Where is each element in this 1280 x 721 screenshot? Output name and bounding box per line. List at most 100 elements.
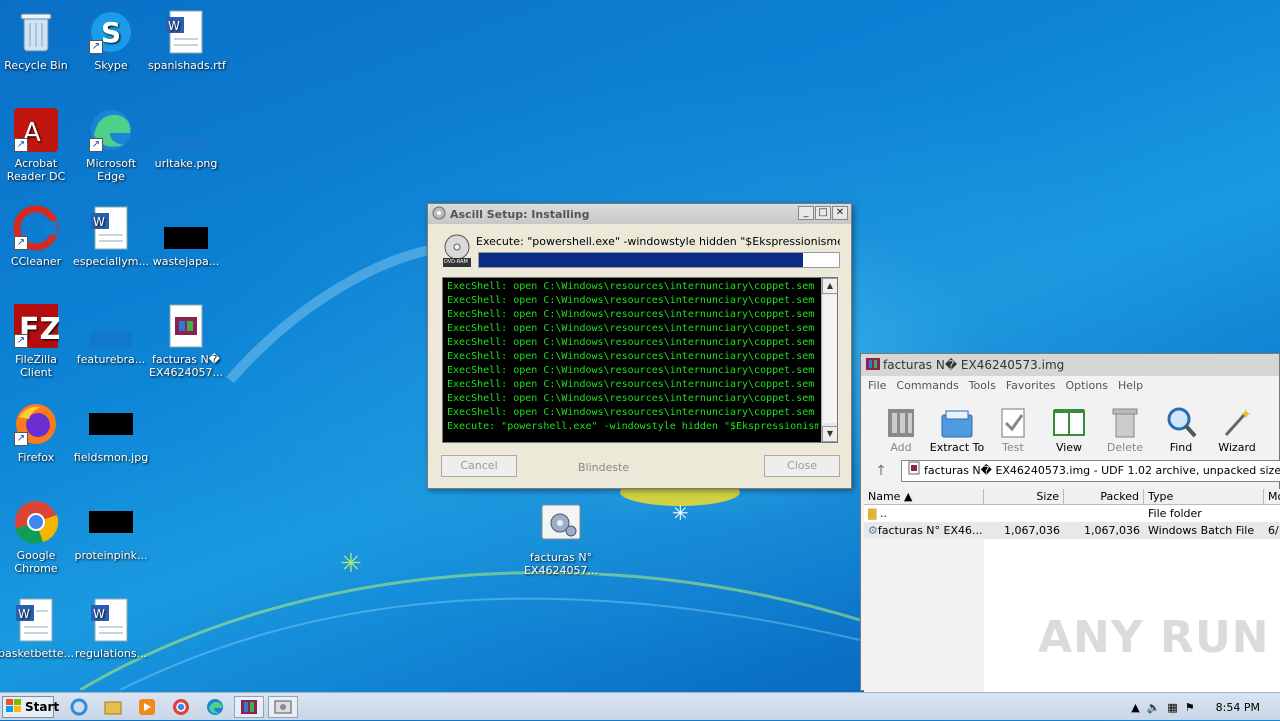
menu-item-favorites[interactable]: Favorites	[1006, 379, 1056, 392]
filezilla-desktop-icon[interactable]: FZ ↗ FileZilla Client	[0, 302, 74, 379]
svg-text:W: W	[93, 215, 105, 229]
image-file-icon	[87, 400, 135, 448]
extract-to-button[interactable]: Extract To	[929, 405, 985, 454]
log-line: ExecShell: open C:\Windows\resources\int…	[447, 337, 815, 348]
fieldsmon-desktop-icon[interactable]: fieldsmon.jpg	[73, 400, 149, 464]
view-button[interactable]: View	[1041, 405, 1097, 454]
taskbar-edge-icon[interactable]	[200, 696, 230, 718]
skype-desktop-icon[interactable]: S ↗ Skype	[73, 8, 149, 72]
taskbar-setup-icon[interactable]	[268, 696, 298, 718]
column-type[interactable]: Type	[1144, 489, 1264, 504]
delete-icon	[1108, 405, 1142, 439]
chrome-icon	[12, 498, 60, 546]
menu-item-file[interactable]: File	[868, 379, 886, 392]
progress-fill	[479, 253, 803, 267]
wizard-button[interactable]: ✦ Wizard	[1209, 405, 1265, 454]
find-button[interactable]: Find	[1153, 405, 1209, 454]
scroll-up-icon[interactable]: ▲	[822, 278, 837, 294]
add-icon	[884, 405, 918, 439]
menu-item-help[interactable]: Help	[1118, 379, 1143, 392]
menu-item-tools[interactable]: Tools	[969, 379, 996, 392]
archive-file-icon	[908, 461, 920, 481]
proteinpink-desktop-icon[interactable]: proteinpink...	[73, 498, 149, 562]
close-icon[interactable]: ✕	[832, 206, 848, 220]
spanishads-desktop-icon[interactable]: W spanishads.rtf	[148, 8, 226, 72]
winrar-toolbar: Add Extract To Test View Delete Find ✦ Wizard	[861, 394, 1279, 454]
wastejapa-desktop-icon[interactable]: wastejapa...	[148, 204, 224, 268]
table-row[interactable]: ▇ .. File folder	[864, 505, 1280, 522]
volume-icon[interactable]: 🔈	[1147, 701, 1161, 714]
featurebra-desktop-icon[interactable]: featurebra...	[73, 302, 149, 366]
clock[interactable]: 8:54 PM	[1216, 701, 1260, 714]
install-log[interactable]: ExecShell: open C:\Windows\resources\int…	[442, 277, 838, 443]
acrobat-desktop-icon[interactable]: A ↗ Acrobat Reader DC	[0, 106, 74, 183]
ccleaner-icon: ↗	[12, 204, 60, 252]
svg-text:✳: ✳	[672, 501, 689, 525]
firefox-icon: ↗	[12, 400, 60, 448]
action-center-flag-icon[interactable]: ⚑	[1185, 701, 1195, 714]
log-line: ExecShell: open C:\Windows\resources\int…	[447, 379, 815, 390]
taskbar-winrar-icon[interactable]	[234, 696, 264, 718]
taskbar-chrome-icon[interactable]	[166, 696, 196, 718]
winrar-titlebar[interactable]: facturas N� EX46240573.img	[861, 354, 1279, 376]
ccleaner-desktop-icon[interactable]: ↗ CCleaner	[0, 204, 74, 268]
close-button[interactable]: Close	[764, 455, 840, 477]
firefox-desktop-icon[interactable]: ↗ Firefox	[0, 400, 74, 464]
chrome-desktop-icon[interactable]: Google Chrome	[0, 498, 74, 575]
file-list-header: Name ▲ Size Packed Type Mo	[864, 489, 1280, 505]
especiallym-desktop-icon[interactable]: W especiallym...	[73, 204, 149, 268]
taskbar-explorer-icon[interactable]	[98, 696, 128, 718]
log-line: ExecShell: open C:\Windows\resources\int…	[447, 365, 815, 376]
edge-desktop-icon[interactable]: ↗ Microsoft Edge	[73, 106, 149, 183]
taskbar-media-player-icon[interactable]	[132, 696, 162, 718]
recycle-bin-desktop-icon[interactable]: Recycle Bin	[0, 8, 74, 72]
log-scrollbar[interactable]: ▲ ▼	[821, 278, 837, 442]
svg-text:W: W	[168, 19, 180, 33]
install-progress-bar	[478, 252, 840, 268]
log-line: ExecShell: open C:\Windows\resources\int…	[447, 393, 815, 404]
start-button[interactable]: Start	[2, 696, 59, 718]
menu-item-commands[interactable]: Commands	[896, 379, 958, 392]
winrar-icon	[865, 357, 881, 374]
column-packed[interactable]: Packed	[1064, 489, 1144, 504]
up-arrow-icon[interactable]: ↑	[861, 463, 901, 479]
test-button[interactable]: Test	[985, 405, 1041, 454]
delete-button[interactable]: Delete	[1097, 405, 1153, 454]
svg-text:W: W	[93, 607, 105, 621]
urltake-desktop-icon[interactable]: urltake.png	[148, 106, 224, 170]
facturas-bat-desktop-icon[interactable]: facturas N° EX4624057...	[523, 500, 599, 577]
file-list-empty-area	[864, 539, 984, 692]
minimize-button[interactable]: _	[798, 206, 814, 220]
scroll-thumb[interactable]	[823, 295, 837, 423]
wizard-icon: ✦	[1220, 405, 1254, 439]
maximize-button[interactable]: □	[815, 206, 831, 220]
column-size[interactable]: Size	[984, 489, 1064, 504]
word-document-icon: W	[87, 204, 135, 252]
batch-file-icon: ⚙	[868, 524, 878, 537]
column-modified[interactable]: Mo	[1264, 489, 1280, 504]
image-file-icon	[162, 106, 210, 154]
branding-text: Blindeste	[578, 461, 630, 474]
add-button[interactable]: Add	[873, 405, 929, 454]
test-icon	[996, 405, 1030, 439]
cancel-button[interactable]: Cancel	[441, 455, 517, 477]
facturas-img-desktop-icon[interactable]: facturas N� EX4624057...	[148, 302, 224, 379]
svg-text:W: W	[18, 607, 30, 621]
folder-icon: ▇	[868, 507, 877, 520]
taskbar-ie-icon[interactable]	[64, 696, 94, 718]
anyrun-watermark: ANY RUN	[1038, 612, 1270, 663]
menu-item-options[interactable]: Options	[1066, 379, 1108, 392]
basketbette-desktop-icon[interactable]: W basketbette...	[0, 596, 74, 660]
show-hidden-icons-icon[interactable]: ▲	[1131, 701, 1139, 714]
column-name[interactable]: Name ▲	[864, 489, 984, 504]
regulations-desktop-icon[interactable]: W regulations...	[73, 596, 149, 660]
archive-path-field[interactable]: facturas N� EX46240573.img - UDF 1.02 ar…	[901, 460, 1280, 482]
log-line: ExecShell: open C:\Windows\resources\int…	[447, 323, 815, 334]
dialog-titlebar[interactable]: Ascill Setup: Installing	[428, 204, 851, 224]
recycle-bin-icon	[12, 8, 60, 56]
network-icon[interactable]: ▦	[1167, 701, 1177, 714]
table-row[interactable]: ⚙facturas N° EX46... 1,067,036 1,067,036…	[864, 522, 1280, 539]
scroll-down-icon[interactable]: ▼	[822, 426, 837, 442]
batch-file-icon	[537, 500, 585, 548]
word-document-icon: W	[162, 8, 210, 56]
